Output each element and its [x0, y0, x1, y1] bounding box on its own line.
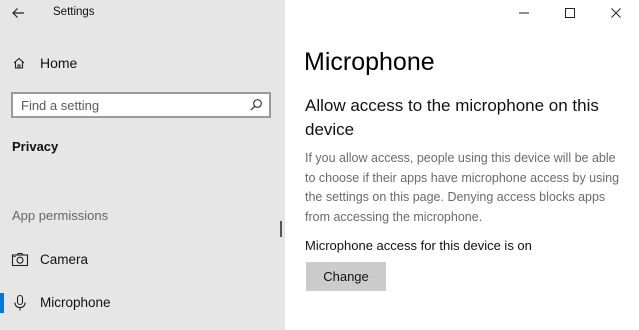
group-label: App permissions — [12, 208, 109, 223]
camera-icon — [11, 252, 29, 267]
access-status: Microphone access for this device is on — [305, 238, 532, 253]
change-button[interactable]: Change — [306, 262, 386, 291]
scrollbar[interactable] — [280, 221, 282, 237]
back-arrow-icon — [12, 8, 24, 18]
search-input[interactable] — [21, 97, 241, 113]
page-title: Microphone — [304, 48, 435, 76]
app-title: Settings — [53, 6, 95, 18]
close-icon — [611, 8, 621, 18]
back-button[interactable] — [8, 3, 30, 23]
title-bar: Settings — [0, 0, 285, 26]
minimize-icon — [519, 12, 529, 14]
window-controls — [501, 0, 639, 26]
sidebar-item-home[interactable]: Home — [12, 51, 274, 75]
sidebar-item-microphone[interactable]: Microphone — [0, 290, 285, 316]
home-icon — [13, 57, 25, 69]
minimize-button[interactable] — [501, 0, 547, 26]
maximize-button[interactable] — [547, 0, 593, 26]
selected-indicator — [0, 293, 4, 313]
sidebar-item-label: Microphone — [40, 295, 111, 310]
search-box[interactable] — [11, 92, 271, 118]
section-title: Privacy — [12, 139, 59, 154]
sidebar: Settings Home Privacy App permissions Ca… — [0, 0, 285, 330]
description-text: If you allow access, people using this d… — [305, 151, 620, 224]
main-panel: Microphone Allow access to the microphon… — [285, 0, 639, 330]
sidebar-item-label: Home — [40, 55, 78, 71]
sidebar-item-camera[interactable]: Camera — [0, 247, 285, 273]
sidebar-item-label: Camera — [40, 252, 89, 267]
search-icon[interactable] — [249, 98, 263, 112]
close-button[interactable] — [593, 0, 639, 26]
section-heading: Allow access to the microphone on this d… — [305, 96, 599, 139]
microphone-icon — [14, 294, 26, 311]
maximize-icon — [565, 8, 575, 18]
